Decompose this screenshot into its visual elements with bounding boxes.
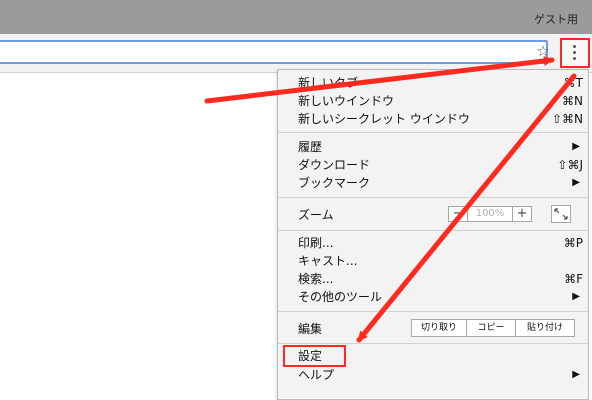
menu-separator	[278, 197, 588, 198]
zoom-value: 100%	[475, 208, 505, 219]
menu-item-label: ヘルプ	[298, 368, 335, 382]
edit-label: 編集	[298, 322, 323, 336]
menu-item-print[interactable]: 印刷... ⌘P	[298, 234, 583, 252]
browser-toolbar: ☆	[0, 34, 592, 73]
menu-item-new-tab[interactable]: 新しいタブ ⌘T	[298, 74, 583, 92]
zoom-in-button[interactable]: +	[512, 207, 531, 221]
fullscreen-button[interactable]	[551, 205, 571, 223]
settings-highlight-box	[283, 345, 346, 367]
paste-button[interactable]: 貼り付け	[516, 320, 574, 336]
browser-screenshot: ゲスト用 ☆ 新しいタブ ⌘T 新しいウインドウ ⌘N 新しいシークレット ウイ…	[0, 0, 592, 400]
zoom-row: ズーム − 100% +	[298, 205, 583, 225]
submenu-arrow-icon: ▶	[572, 369, 580, 380]
chrome-menu: 新しいタブ ⌘T 新しいウインドウ ⌘N 新しいシークレット ウインドウ ⇧⌘N…	[277, 69, 589, 400]
star-icon[interactable]: ☆	[535, 43, 551, 59]
menu-item-find[interactable]: 検索... ⌘F	[298, 270, 583, 288]
menu-separator	[278, 132, 588, 133]
submenu-arrow-icon: ▶	[572, 141, 580, 152]
menu-separator	[278, 343, 588, 344]
more-vertical-icon	[573, 45, 577, 63]
menu-item-label: 新しいシークレット ウインドウ	[298, 112, 470, 126]
menu-separator	[278, 311, 588, 312]
menu-item-bookmarks[interactable]: ブックマーク ▶	[298, 174, 583, 192]
title-bar: ゲスト用	[0, 0, 592, 34]
menu-item-label: 新しいウインドウ	[298, 94, 395, 108]
menu-item-cast[interactable]: キャスト...	[298, 252, 583, 270]
edit-controls: 切り取り コピー 貼り付け	[411, 319, 575, 337]
fullscreen-icon	[554, 208, 568, 220]
menu-item-incognito-window[interactable]: 新しいシークレット ウインドウ ⇧⌘N	[298, 110, 583, 128]
menu-item-label: 新しいタブ	[298, 76, 359, 90]
menu-separator	[278, 230, 588, 231]
menu-button[interactable]	[560, 38, 590, 68]
menu-item-label: 履歴	[298, 140, 323, 154]
menu-item-shortcut: ⌘T	[563, 76, 583, 90]
menu-item-shortcut: ⌘F	[564, 272, 583, 286]
menu-item-help[interactable]: ヘルプ ▶	[298, 366, 583, 384]
menu-item-label: 検索...	[298, 272, 334, 286]
menu-item-label: ダウンロード	[298, 158, 371, 172]
submenu-arrow-icon: ▶	[572, 291, 580, 302]
menu-item-downloads[interactable]: ダウンロード ⇧⌘J	[298, 156, 583, 174]
zoom-control: − 100% +	[448, 206, 532, 222]
menu-item-history[interactable]: 履歴 ▶	[298, 138, 583, 156]
copy-button[interactable]: コピー	[467, 320, 516, 336]
menu-item-label: 印刷...	[298, 236, 334, 250]
menu-item-shortcut: ⇧⌘J	[557, 158, 583, 172]
zoom-out-button[interactable]: −	[449, 207, 468, 221]
edit-row: 編集 切り取り コピー 貼り付け	[298, 319, 583, 339]
menu-item-shortcut: ⌘P	[563, 236, 583, 250]
menu-item-more-tools[interactable]: その他のツール ▶	[298, 288, 583, 306]
menu-item-label: キャスト...	[298, 254, 358, 268]
menu-item-shortcut: ⌘N	[562, 94, 583, 108]
guest-profile-label[interactable]: ゲスト用	[534, 11, 578, 27]
cut-button[interactable]: 切り取り	[412, 320, 467, 336]
menu-item-new-window[interactable]: 新しいウインドウ ⌘N	[298, 92, 583, 110]
menu-item-shortcut: ⇧⌘N	[551, 112, 583, 126]
zoom-label: ズーム	[298, 208, 334, 222]
submenu-arrow-icon: ▶	[572, 177, 580, 188]
menu-item-label: その他のツール	[298, 290, 383, 304]
menu-item-label: ブックマーク	[298, 176, 371, 190]
address-bar[interactable]	[0, 40, 548, 64]
